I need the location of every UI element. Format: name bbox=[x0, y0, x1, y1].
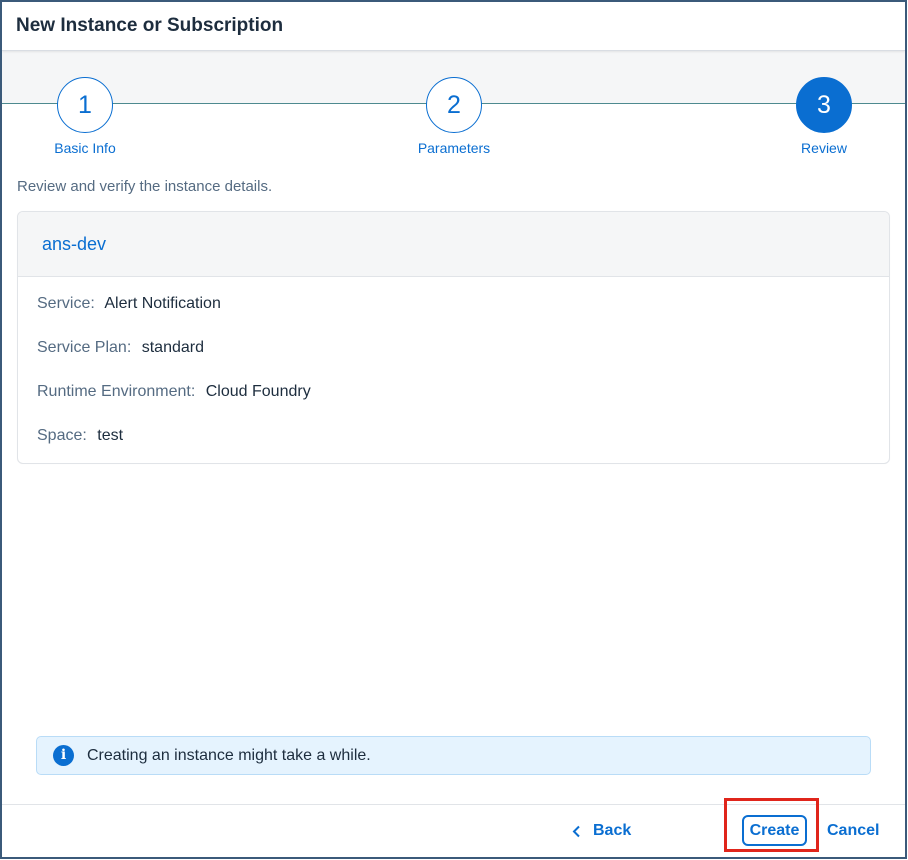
detail-row-space: Space: test bbox=[37, 427, 889, 463]
create-button[interactable]: Create bbox=[742, 815, 807, 846]
detail-label: Space: bbox=[37, 427, 87, 444]
instance-name: ans-dev bbox=[18, 212, 889, 277]
dialog-title: New Instance or Subscription bbox=[16, 15, 284, 36]
dialog-header: New Instance or Subscription bbox=[2, 2, 905, 51]
wizard-step-label: Review bbox=[801, 140, 847, 156]
new-instance-dialog: New Instance or Subscription 1 Basic Inf… bbox=[0, 0, 907, 859]
detail-label: Service: bbox=[37, 295, 95, 312]
info-icon: i bbox=[53, 745, 74, 766]
wizard-step-label: Parameters bbox=[417, 140, 491, 156]
review-instructions: Review and verify the instance details. bbox=[17, 178, 273, 195]
instance-summary-card: ans-dev Service: Alert Notification Serv… bbox=[17, 211, 890, 464]
detail-value: standard bbox=[141, 339, 204, 356]
detail-row-service-plan: Service Plan: standard bbox=[37, 339, 889, 383]
detail-value: Cloud Foundry bbox=[205, 383, 311, 400]
info-message-text: Creating an instance might take a while. bbox=[87, 747, 371, 764]
wizard-step-parameters[interactable]: 2 Parameters bbox=[394, 77, 514, 156]
dialog-footer: Back Create Cancel bbox=[2, 798, 905, 857]
wizard-step-review[interactable]: 3 Review bbox=[764, 77, 884, 156]
detail-value: test bbox=[97, 427, 124, 444]
detail-row-service: Service: Alert Notification bbox=[37, 295, 889, 339]
chevron-left-icon bbox=[572, 825, 580, 837]
back-button-label: Back bbox=[593, 822, 632, 839]
detail-label: Runtime Environment: bbox=[37, 383, 196, 400]
wizard-step-number: 3 bbox=[796, 77, 852, 133]
cancel-button[interactable]: Cancel bbox=[827, 816, 879, 846]
wizard-step-label: Basic Info bbox=[54, 140, 116, 156]
back-button[interactable]: Back bbox=[562, 816, 641, 846]
wizard-progress: 1 Basic Info 2 Parameters 3 Review bbox=[2, 51, 905, 166]
instance-details: Service: Alert Notification Service Plan… bbox=[18, 277, 889, 463]
detail-value: Alert Notification bbox=[104, 295, 221, 312]
wizard-step-number: 1 bbox=[57, 77, 113, 133]
wizard-step-basic-info[interactable]: 1 Basic Info bbox=[25, 77, 145, 156]
detail-row-runtime-environment: Runtime Environment: Cloud Foundry bbox=[37, 383, 889, 427]
info-message-strip: i Creating an instance might take a whil… bbox=[36, 736, 871, 775]
wizard-step-number: 2 bbox=[426, 77, 482, 133]
detail-label: Service Plan: bbox=[37, 339, 132, 356]
